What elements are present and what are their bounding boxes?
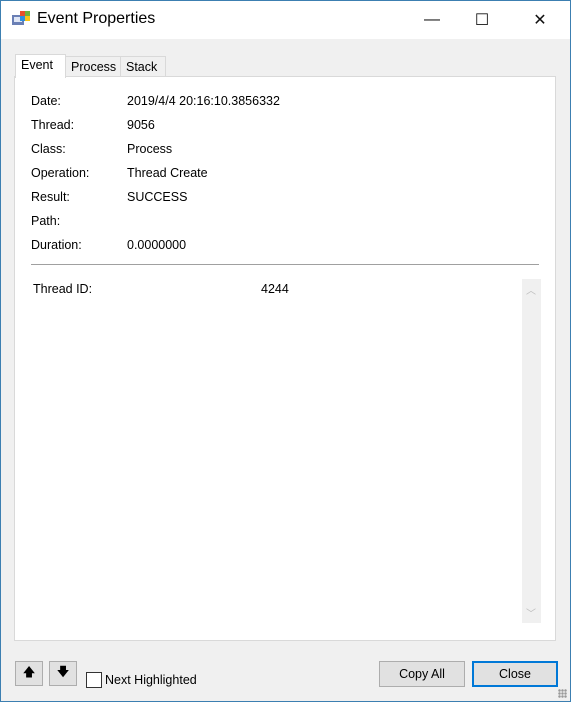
maximize-button[interactable]: ☐ (459, 1, 505, 39)
operation-value: Thread Create (127, 166, 208, 180)
date-label: Date: (31, 94, 61, 108)
divider (31, 264, 539, 265)
date-value: 2019/4/4 20:16:10.3856332 (127, 94, 280, 108)
thread-label: Thread: (31, 118, 75, 132)
window-title: Event Properties (37, 10, 156, 27)
minimize-button[interactable]: — (409, 1, 455, 39)
next-highlighted-checkbox[interactable] (86, 672, 102, 688)
previous-event-button[interactable]: 🡅 (15, 661, 43, 686)
copy-all-button[interactable]: Copy All (379, 661, 465, 687)
path-label: Path: (31, 214, 61, 228)
procmon-app-icon (12, 11, 30, 25)
next-event-button[interactable]: 🡇 (49, 661, 77, 686)
event-properties-window: Event Properties — ☐ ✕ Event Process Sta… (0, 0, 571, 702)
title-bar: Event Properties — ☐ ✕ (1, 1, 570, 39)
scroll-up-icon[interactable]: ︿ (526, 282, 536, 297)
event-panel: Date: 2019/4/4 20:16:10.3856332 Thread: … (14, 76, 556, 641)
maximize-icon: ☐ (474, 12, 490, 29)
class-value: Process (127, 142, 173, 156)
tab-event[interactable]: Event (15, 54, 66, 78)
class-label: Class: (31, 142, 66, 156)
thread-id-label: Thread ID: (33, 282, 93, 296)
scroll-down-icon[interactable]: ﹀ (526, 605, 536, 620)
tab-process[interactable]: Process (65, 56, 121, 77)
duration-label: Duration: (31, 238, 82, 252)
thread-id-value: 4244 (261, 282, 289, 296)
tab-stack[interactable]: Stack (120, 56, 166, 77)
result-value: SUCCESS (127, 190, 188, 204)
close-window-button[interactable]: ✕ (517, 1, 563, 39)
minimize-icon: — (424, 11, 440, 28)
arrow-up-icon: 🡅 (22, 665, 36, 679)
arrow-down-icon: 🡇 (56, 665, 70, 679)
close-icon: ✕ (533, 12, 547, 29)
thread-value: 9056 (127, 118, 155, 132)
resize-grip-icon[interactable] (558, 689, 567, 698)
result-label: Result: (31, 190, 70, 204)
details-scrollbar[interactable]: ︿ ﹀ (522, 279, 541, 623)
next-highlighted-label[interactable]: Next Highlighted (105, 673, 197, 687)
close-button[interactable]: Close (472, 661, 558, 687)
operation-label: Operation: (31, 166, 90, 180)
duration-value: 0.0000000 (127, 238, 187, 252)
